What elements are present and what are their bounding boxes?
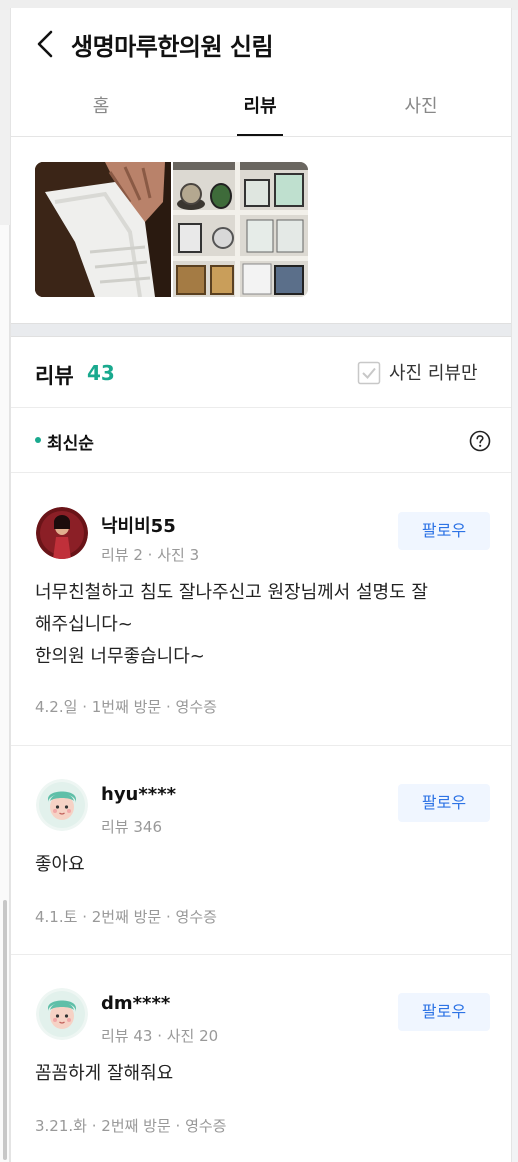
review-line: 꼼꼼하게 잘해줘요 [35,1063,174,1084]
reviewer-nickname[interactable]: 낙비비55 [101,512,176,538]
sort-indicator-dot [35,437,41,443]
tab-bar: 홈 리뷰 사진 [11,80,511,137]
reviews-title: 리뷰 [35,364,74,388]
tab-photos[interactable]: 사진 [381,92,461,118]
review-photo-bandaged-hand[interactable] [35,162,171,297]
tab-reviews[interactable]: 리뷰 [220,92,300,118]
avatar[interactable] [36,779,88,831]
review-line: 너무친철하고 침도 잘나주신고 원장님께서 설명도 잘 [35,582,428,603]
reviews-header: 리뷰 43 사진 리뷰만 [11,338,511,408]
review-body[interactable]: 꼼꼼하게 잘해줘요 [35,1058,495,1090]
avatar[interactable] [36,507,88,559]
help-icon[interactable] [469,430,491,452]
review-photo-strip[interactable] [35,162,308,297]
review-line: 좋아요 [35,854,85,875]
place-panel: 생명마루한의원 신림 홈 리뷰 사진 리뷰 43 사진 리뷰만 최신순 낙비비5… [10,8,512,1162]
checkbox-icon[interactable] [357,361,381,385]
avatar[interactable] [36,988,88,1040]
review-line: 한의원 너무좋습니다~ [35,646,205,667]
visit-info: 4.1.토 · 2번째 방문 · 영수증 [35,908,217,926]
chevron-left-icon[interactable] [33,28,57,60]
visit-info: 3.21.화 · 2번째 방문 · 영수증 [35,1117,227,1135]
reviewer-stats: 리뷰 43 · 사진 20 [101,1027,219,1045]
follow-button[interactable]: 팔로우 [398,784,490,822]
tab-home[interactable]: 홈 [61,92,141,118]
reviewer-nickname[interactable]: hyu**** [101,784,176,805]
section-divider [11,323,511,337]
left-scroll-area [0,10,10,1162]
reviews-count: 43 [87,361,115,385]
review-item: hyu**** 리뷰 346 팔로우 좋아요 4.1.토 · 2번째 방문 · … [11,746,511,955]
active-tab-indicator [237,134,283,136]
review-item: dm**** 리뷰 43 · 사진 20 팔로우 꼼꼼하게 잘해줘요 3.21.… [11,955,511,1162]
reviewer-stats: 리뷰 2 · 사진 3 [101,546,200,564]
review-body[interactable]: 좋아요 [35,849,495,881]
reviewer-nickname[interactable]: dm**** [101,993,170,1014]
review-photo-certificates-shelf[interactable] [173,162,308,297]
header: 생명마루한의원 신림 [11,8,511,78]
sort-dropdown[interactable]: 최신순 [47,429,94,454]
review-item: 낙비비55 리뷰 2 · 사진 3 팔로우 너무친철하고 침도 잘나주신고 원장… [11,474,511,746]
scrollbar-thumb[interactable] [3,900,7,1160]
follow-button[interactable]: 팔로우 [398,993,490,1031]
review-line: 해주십니다~ [35,614,133,635]
sort-row: 최신순 [11,409,511,473]
photo-reviews-only-label: 사진 리뷰만 [389,363,478,384]
follow-button[interactable]: 팔로우 [398,512,490,550]
page-title: 생명마루한의원 신림 [71,33,274,61]
review-body[interactable]: 너무친철하고 침도 잘나주신고 원장님께서 설명도 잘 해주십니다~ 한의원 너… [35,577,495,673]
reviewer-stats: 리뷰 346 [101,818,162,836]
visit-info: 4.2.일 · 1번째 방문 · 영수증 [35,698,217,716]
